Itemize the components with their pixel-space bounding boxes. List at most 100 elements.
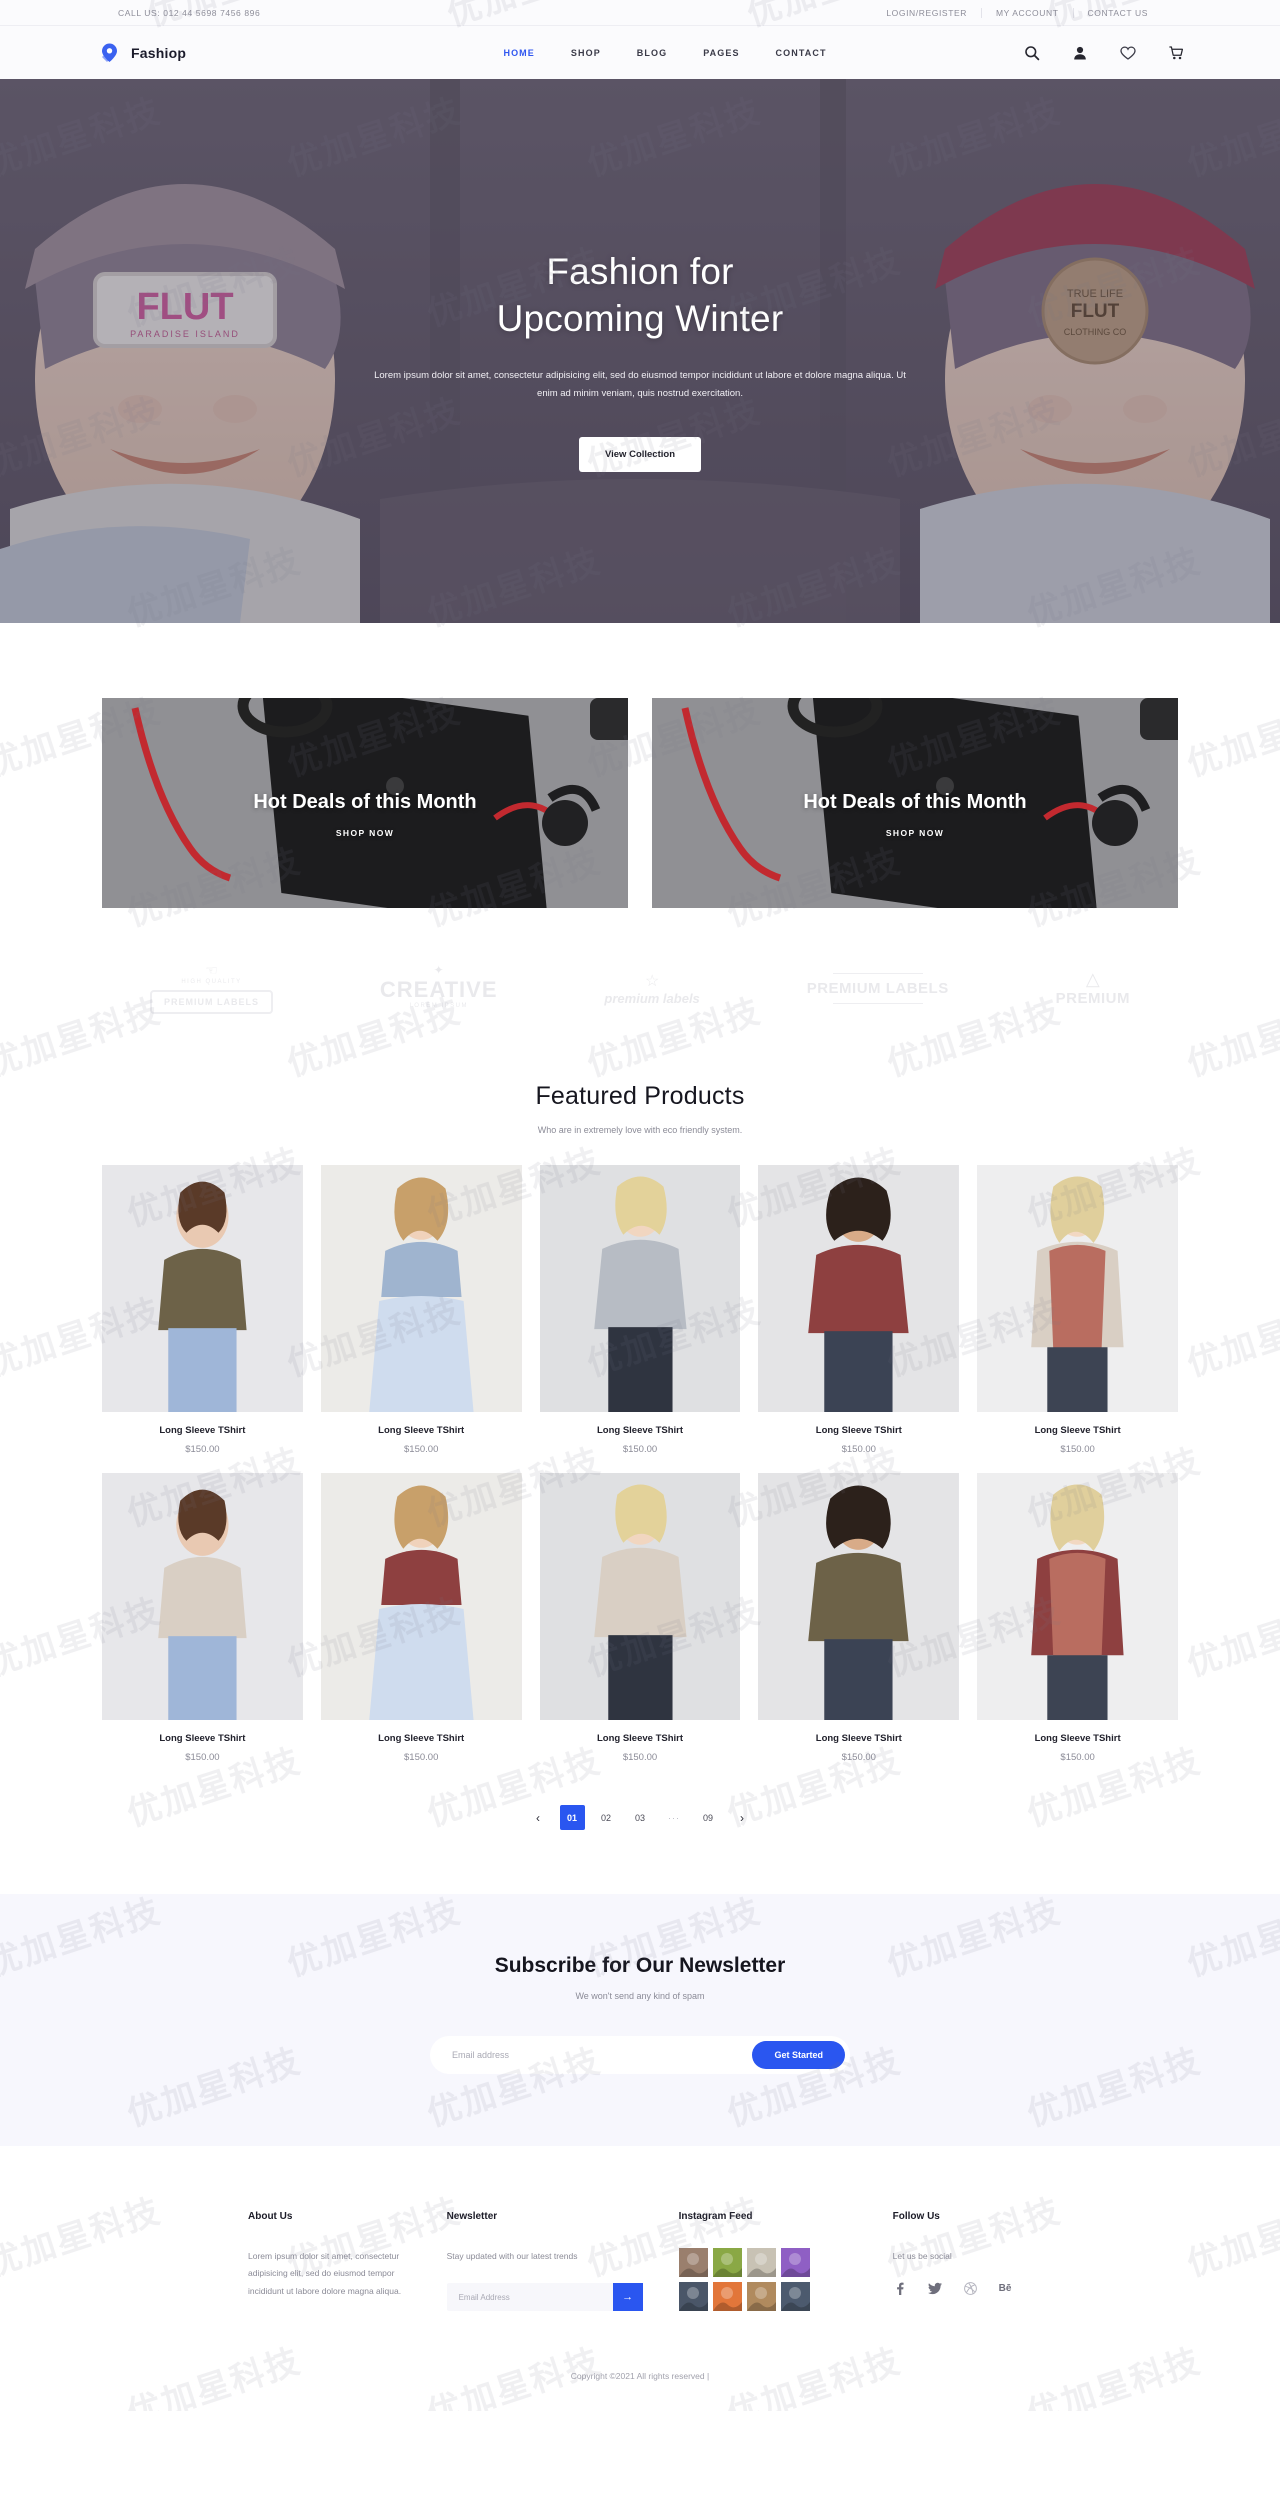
product-name: Long Sleeve TShirt [596, 1425, 684, 1436]
footer-newsletter-text: Stay updated with our latest trends [446, 2251, 578, 2261]
social-links: Bē [893, 2282, 1032, 2296]
pagination-page-09[interactable]: 09 [696, 1805, 721, 1830]
nav-item-pages[interactable]: PAGES [703, 48, 739, 58]
user-icon[interactable] [1072, 45, 1088, 61]
product-name: Long Sleeve TShirt [1034, 1425, 1121, 1436]
site-footer: About Us Lorem ipsum dolor sit amet, con… [0, 2146, 1280, 2411]
instagram-thumb-2[interactable] [712, 2248, 742, 2277]
footer-col-follow: Follow Us Let us be social Bē [893, 2211, 1032, 2311]
deal-banner-left-cta[interactable]: SHOP NOW [336, 828, 394, 838]
product-image[interactable] [102, 1473, 303, 1720]
topbar-link-contact-us[interactable]: CONTACT US [1072, 7, 1162, 18]
product-image[interactable] [320, 1165, 522, 1412]
brand-name: Fashiop [131, 44, 187, 61]
product-price: $150.00 [1060, 1444, 1095, 1455]
product-card[interactable]: Long Sleeve TShirt $150.00 [539, 1165, 741, 1455]
brand-logo-4-name: PREMIUM LABELS [806, 979, 949, 997]
nav-item-shop[interactable]: SHOP [571, 48, 601, 58]
product-card[interactable]: Long Sleeve TShirt $150.00 [320, 1473, 522, 1763]
product-name: Long Sleeve TShirt [159, 1733, 246, 1744]
newsletter-title: Subscribe for Our Newsletter [494, 1954, 786, 1977]
pagination-next[interactable]: › [730, 1805, 755, 1830]
instagram-thumb-5[interactable] [678, 2282, 708, 2311]
product-price: $150.00 [185, 1444, 220, 1455]
product-price: $150.00 [841, 1752, 876, 1763]
product-image[interactable] [539, 1165, 741, 1412]
hero-section: FLUT PARADISE ISLAND TRUE LIFE FLUT CLOT… [0, 79, 1280, 623]
deal-banner-right[interactable]: Hot Deals of this Month SHOP NOW [652, 698, 1178, 908]
footer-col-about: About Us Lorem ipsum dolor sit amet, con… [248, 2211, 411, 2311]
newsletter-subtitle: We won't send any kind of spam [575, 1991, 705, 2001]
product-name: Long Sleeve TShirt [1034, 1733, 1121, 1744]
instagram-thumb-4[interactable] [780, 2248, 810, 2277]
nav-item-home[interactable]: HOME [503, 48, 534, 58]
topbar-link-login-register[interactable]: LOGIN/REGISTER [872, 8, 981, 18]
cart-icon[interactable] [1168, 45, 1184, 61]
brand-logo-5-name: PREMIUM [1055, 990, 1130, 1007]
search-icon[interactable] [1024, 45, 1040, 61]
hot-deals-section: Hot Deals of this Month SHOP NOW Hot Dea… [0, 623, 1280, 908]
product-card[interactable]: Long Sleeve TShirt $150.00 [102, 1473, 303, 1763]
instagram-thumb-3[interactable] [746, 2248, 776, 2277]
footer-follow-text: Let us be social [892, 2251, 952, 2261]
brand-logo[interactable]: Fashiop [96, 40, 186, 66]
instagram-thumb-1[interactable] [678, 2248, 708, 2277]
product-name: Long Sleeve TShirt [815, 1425, 902, 1436]
product-image[interactable] [320, 1473, 522, 1720]
footer-follow-title: Follow Us [892, 2211, 940, 2222]
footer-newsletter-email-input[interactable] [446, 2283, 613, 2312]
nav-item-contact[interactable]: CONTACT [776, 48, 827, 58]
product-card[interactable]: Long Sleeve TShirt $150.00 [320, 1165, 522, 1455]
footer-col-newsletter: Newsletter Stay updated with our latest … [446, 2211, 643, 2312]
pagination-prev[interactable]: ‹ [526, 1805, 551, 1830]
product-image[interactable] [758, 1473, 960, 1720]
deal-banner-right-cta[interactable]: SHOP NOW [886, 828, 944, 838]
pagination-page-02[interactable]: 02 [594, 1805, 619, 1830]
deal-banner-left[interactable]: Hot Deals of this Month SHOP NOW [102, 698, 628, 908]
heart-icon[interactable] [1120, 45, 1136, 61]
product-image[interactable] [977, 1473, 1178, 1720]
featured-products-title: Featured Products [535, 1082, 745, 1110]
footer-newsletter-submit-button[interactable]: → [612, 2283, 643, 2312]
twitter-icon[interactable] [927, 2282, 942, 2295]
nav-item-blog[interactable]: BLOG [637, 48, 667, 58]
instagram-thumb-6[interactable] [712, 2282, 742, 2311]
product-card[interactable]: Long Sleeve TShirt $150.00 [539, 1473, 741, 1763]
product-card[interactable]: Long Sleeve TShirt $150.00 [758, 1165, 960, 1455]
instagram-thumb-7[interactable] [746, 2282, 776, 2311]
site-header: Fashiop HOME SHOP BLOG PAGES CONTACT [0, 26, 1280, 79]
view-collection-button[interactable]: View Collection [578, 437, 702, 473]
pagination-page-03[interactable]: 03 [628, 1805, 653, 1830]
arrow-right-icon: → [622, 2291, 634, 2304]
newsletter-get-started-button[interactable]: Get Started [752, 2041, 845, 2069]
behance-icon[interactable]: Bē [999, 2283, 1012, 2294]
brand-logo-2: ✦ CREATIVE LOREM IPSUM [379, 962, 498, 1009]
product-card[interactable]: Long Sleeve TShirt $150.00 [102, 1165, 303, 1455]
product-grid: Long Sleeve TShirt $150.00 Long Sleeve TSh… [0, 1165, 1280, 1763]
topbar-link-my-account[interactable]: MY ACCOUNT [981, 7, 1073, 18]
brand-logo-1-name: PREMIUM LABELS [150, 990, 273, 1014]
product-image[interactable] [102, 1165, 303, 1412]
footer-col-instagram: Instagram Feed [678, 2211, 857, 2311]
newsletter-email-input[interactable] [452, 2050, 753, 2060]
dribbble-icon[interactable] [963, 2282, 977, 2296]
product-name: Long Sleeve TShirt [378, 1425, 465, 1436]
facebook-icon[interactable] [893, 2282, 906, 2296]
product-price: $150.00 [1060, 1752, 1095, 1763]
product-card[interactable]: Long Sleeve TShirt $150.00 [977, 1473, 1178, 1763]
brand-logo-5: △ PREMIUM [1055, 969, 1130, 1007]
pagination-ellipsis: ··· [668, 1812, 680, 1823]
pagination: ‹ 01 02 03 ··· 09 › [0, 1763, 1280, 1894]
hero-subtitle: Lorem ipsum dolor sit amet, consectetur … [374, 370, 906, 400]
product-image[interactable] [539, 1473, 741, 1720]
product-card[interactable]: Long Sleeve TShirt $150.00 [977, 1165, 1178, 1455]
product-name: Long Sleeve TShirt [596, 1733, 684, 1744]
product-card[interactable]: Long Sleeve TShirt $150.00 [758, 1473, 960, 1763]
product-image[interactable] [758, 1165, 960, 1412]
pagination-page-01[interactable]: 01 [559, 1805, 585, 1830]
featured-products-subtitle: Who are in extremely love with eco frien… [537, 1125, 743, 1135]
instagram-thumb-8[interactable] [780, 2282, 810, 2311]
topbar-links: LOGIN/REGISTER MY ACCOUNT CONTACT US [872, 7, 1162, 18]
product-image[interactable] [977, 1165, 1178, 1412]
brand-logo-4: PREMIUM LABELS [807, 967, 949, 1010]
